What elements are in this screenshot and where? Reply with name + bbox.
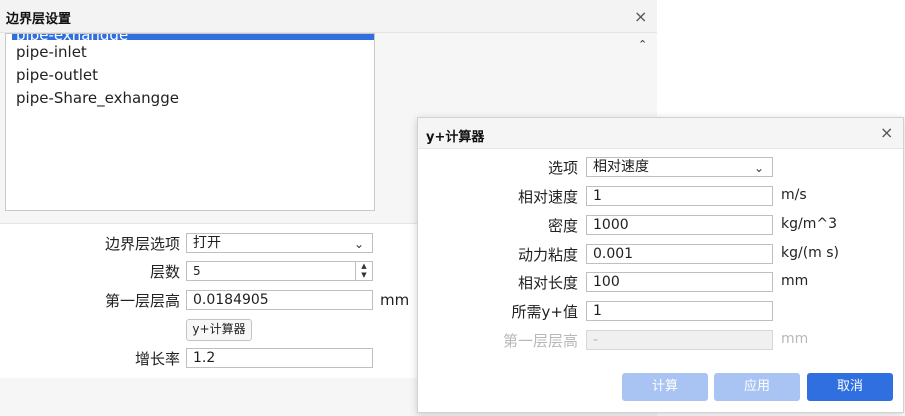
first-height-result-label: 第一层层高 xyxy=(502,332,578,350)
velocity-value: 1 xyxy=(593,188,602,204)
spin-arrows-icon[interactable]: ▲ ▼ xyxy=(355,262,372,280)
viscosity-unit: kg/(m s) xyxy=(781,245,840,261)
velocity-input[interactable]: 1 xyxy=(586,186,773,206)
option-value: 相对速度 xyxy=(593,159,649,175)
cancel-button[interactable]: 取消 xyxy=(807,373,893,401)
density-value: 1000 xyxy=(593,217,629,233)
close-icon[interactable]: × xyxy=(880,125,893,141)
target-yplus-input[interactable]: 1 xyxy=(586,301,773,321)
first-height-label: 第一层层高 xyxy=(104,292,180,310)
calculate-button[interactable]: 计算 xyxy=(622,373,708,401)
viscosity-input[interactable]: 0.001 xyxy=(586,244,773,264)
yplus-calculator-button[interactable]: y+计算器 xyxy=(186,319,252,341)
options-label: 边界层选项 xyxy=(104,235,180,253)
length-label: 相对长度 xyxy=(517,274,578,292)
density-unit: kg/m^3 xyxy=(781,216,837,232)
length-value: 100 xyxy=(593,274,620,290)
option-label: 选项 xyxy=(547,159,578,177)
boundary-list[interactable]: pipe-exhangge pipe-inlet pipe-outlet pip… xyxy=(5,33,375,211)
list-item[interactable]: pipe-Share_exhangge xyxy=(16,87,179,109)
target-yplus-value: 1 xyxy=(593,303,602,319)
scroll-up-icon[interactable]: ⌃ xyxy=(638,38,647,51)
layers-label: 层数 xyxy=(149,263,180,281)
chevron-down-icon: ⌄ xyxy=(753,161,764,175)
viscosity-value: 0.001 xyxy=(593,246,634,262)
first-height-result-field: - xyxy=(586,330,773,350)
viscosity-label: 动力粘度 xyxy=(517,246,578,264)
velocity-label: 相对速度 xyxy=(517,188,578,206)
dialog-titlebar: 边界层设置 × xyxy=(0,0,657,33)
target-yplus-label: 所需y+值 xyxy=(511,303,578,321)
yplus-calculator-dialog: y+计算器 × 选项 相对速度 ⌄ 相对速度 1 m/s 密度 1000 kg/… xyxy=(417,117,904,413)
calculator-titlebar: y+计算器 × xyxy=(418,118,903,149)
list-item-selected[interactable]: pipe-exhangge xyxy=(12,34,374,40)
close-icon[interactable]: × xyxy=(634,9,647,25)
list-item[interactable]: pipe-outlet xyxy=(16,64,98,86)
first-height-input[interactable]: 0.0184905 xyxy=(186,290,373,310)
first-height-result-unit: mm xyxy=(781,331,809,347)
length-unit: mm xyxy=(781,273,809,289)
options-select[interactable]: 打开 ⌄ xyxy=(186,233,373,253)
options-value: 打开 xyxy=(193,235,221,251)
dialog-title: 边界层设置 xyxy=(6,12,72,27)
first-height-value: 0.0184905 xyxy=(193,292,269,308)
growth-input[interactable]: 1.2 xyxy=(186,348,373,368)
density-input[interactable]: 1000 xyxy=(586,215,773,235)
option-select[interactable]: 相对速度 ⌄ xyxy=(586,157,773,177)
apply-button[interactable]: 应用 xyxy=(714,373,800,401)
first-height-unit: mm xyxy=(380,291,410,309)
chevron-down-icon: ⌄ xyxy=(353,237,364,251)
velocity-unit: m/s xyxy=(781,187,807,203)
length-input[interactable]: 100 xyxy=(586,272,773,292)
growth-label: 增长率 xyxy=(134,350,180,368)
layers-value: 5 xyxy=(193,264,201,278)
calculator-title: y+计算器 xyxy=(426,130,485,145)
growth-value: 1.2 xyxy=(193,350,216,366)
first-height-result-value: - xyxy=(593,332,599,348)
layers-spinbox[interactable]: 5 ▲ ▼ xyxy=(186,261,373,281)
list-item[interactable]: pipe-inlet xyxy=(16,41,87,63)
density-label: 密度 xyxy=(547,217,578,235)
